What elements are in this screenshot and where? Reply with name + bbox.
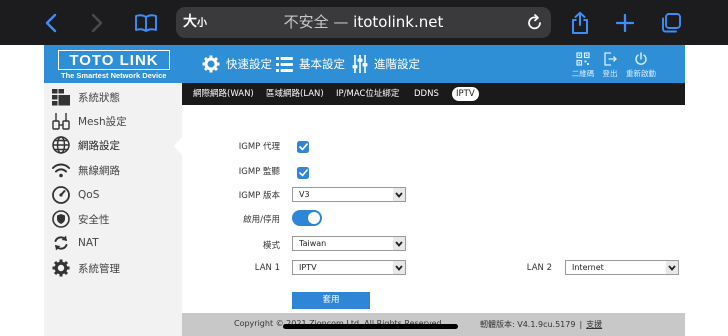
mode-label: 模式 — [262, 241, 280, 251]
sidebar-item-mesh[interactable]: Mesh設定 — [44, 109, 182, 133]
url-display[interactable]: 不安全 — itotolink.net — [176, 7, 551, 38]
nav-label: 快速設定 — [226, 57, 272, 71]
chevron-down-icon — [393, 237, 405, 250]
firmware-version-text: 軔體版本: V4.1.9cu.5179 — [480, 320, 576, 329]
forward-icon[interactable] — [86, 0, 108, 45]
sidebar-item-security[interactable]: 安全性 — [44, 207, 182, 231]
sidebar-item-nat[interactable]: NAT — [44, 231, 182, 255]
brand-tagline: The Smartest Network Device — [61, 71, 167, 80]
tab-lan[interactable]: 區域網路(LAN) — [262, 87, 328, 101]
igmp-proxy-label: IGMP 代理 — [238, 142, 280, 152]
igmp-snooping-checkbox[interactable] — [297, 167, 309, 179]
share-icon[interactable] — [568, 0, 592, 45]
reload-icon[interactable] — [527, 14, 543, 35]
tab-ip-mac-binding[interactable]: IP/MAC位址綁定 — [332, 87, 403, 101]
refresh-icon — [52, 234, 70, 252]
sidebar-item-status[interactable]: 系統狀態 — [44, 85, 182, 109]
reboot-label: 重新啟動 — [626, 69, 656, 78]
checkmark-icon — [298, 143, 308, 151]
new-tab-icon[interactable] — [614, 0, 636, 45]
sidebar-item-label: 系統狀態 — [78, 91, 120, 104]
sidebar: 系統狀態 Mesh設定 網路設定 無線網路 QoS 安全性 NAT 系統管理 — [44, 83, 182, 336]
brand-logo: TOTO LINK — [58, 50, 170, 70]
power-icon — [623, 50, 659, 68]
mesh-icon — [52, 112, 70, 130]
list-icon — [276, 56, 293, 72]
mode-select[interactable]: Taiwan — [292, 236, 406, 251]
igmp-version-select[interactable]: V3 — [292, 187, 406, 202]
enable-label: 啟用/停用 — [243, 215, 280, 225]
chevron-down-icon — [393, 261, 405, 274]
back-icon[interactable] — [40, 0, 62, 45]
reboot-button[interactable]: 重新啟動 — [623, 50, 659, 79]
nav-basic-setup[interactable]: 基本設定 — [276, 45, 345, 83]
support-link[interactable]: 支援 — [586, 320, 602, 329]
igmp-version-label: IGMP 版本 — [238, 191, 280, 201]
url-domain: itotolink.net — [353, 13, 444, 31]
toggle-knob — [308, 212, 320, 224]
sidebar-item-qos[interactable]: QoS — [44, 183, 182, 207]
nav-quick-setup[interactable]: 快速設定 — [202, 45, 272, 83]
igmp-snooping-label: IGMP 監聽 — [238, 167, 280, 177]
sidebar-item-label: NAT — [78, 237, 99, 249]
lan2-label: LAN 2 — [526, 263, 552, 273]
sliders-icon — [352, 55, 368, 73]
sidebar-item-label: QoS — [78, 189, 100, 201]
lan1-value: IPTV — [299, 263, 317, 272]
sidebar-item-network[interactable]: 網路設定 — [44, 133, 182, 157]
router-header: TOTO LINK The Smartest Network Device 快速… — [44, 45, 685, 83]
igmp-version-value: V3 — [299, 190, 310, 199]
sidebar-item-label: 網路設定 — [78, 139, 120, 152]
gear-icon — [52, 259, 70, 277]
chevron-down-icon — [666, 261, 678, 274]
sidebar-item-label: 系統管理 — [78, 262, 120, 275]
lan2-value: Internet — [572, 263, 604, 272]
dashboard-icon — [52, 88, 70, 106]
iptv-enable-toggle[interactable] — [292, 210, 322, 226]
lan1-select[interactable]: IPTV — [292, 260, 406, 275]
gear-icon — [202, 55, 220, 73]
wifi-icon — [52, 161, 70, 179]
apply-button[interactable]: 套用 — [292, 292, 370, 309]
footer-separator: | — [579, 320, 583, 329]
tab-wan[interactable]: 網際網路(WAN) — [189, 87, 258, 101]
nav-label: 基本設定 — [299, 57, 345, 71]
firmware-version: 軔體版本: V4.1.9cu.5179 | 支援 — [480, 319, 602, 330]
insecure-label: 不安全 — — [283, 13, 349, 31]
mode-value: Taiwan — [299, 239, 327, 248]
lan1-label: LAN 1 — [254, 263, 280, 273]
nav-label: 進階設定 — [374, 57, 420, 71]
gauge-icon — [52, 186, 70, 204]
nav-advanced-setup[interactable]: 進階設定 — [352, 45, 420, 83]
tab-iptv[interactable]: IPTV — [452, 87, 479, 101]
tab-ddns[interactable]: DDNS — [410, 87, 443, 101]
checkmark-icon — [298, 169, 308, 177]
sidebar-item-system[interactable]: 系統管理 — [44, 256, 182, 280]
tabs-overview-icon[interactable] — [658, 0, 684, 45]
address-bar[interactable]: 大小 不安全 — itotolink.net — [176, 7, 551, 38]
sidebar-item-label: Mesh設定 — [78, 115, 127, 128]
shield-icon — [52, 210, 70, 228]
globe-icon — [52, 136, 70, 154]
iptv-settings-form: IGMP 代理 IGMP 監聽 IGMP 版本 V3 啟用/停用 模式 Taiw… — [182, 105, 685, 336]
chevron-down-icon — [393, 188, 405, 201]
sidebar-item-wireless[interactable]: 無線網路 — [44, 158, 182, 182]
igmp-proxy-checkbox[interactable] — [297, 141, 309, 153]
sidebar-item-label: 無線網路 — [78, 164, 120, 177]
lan2-select[interactable]: Internet — [565, 260, 679, 275]
bookmarks-icon[interactable] — [132, 0, 160, 45]
browser-toolbar: 大小 不安全 — itotolink.net — [0, 0, 728, 45]
sidebar-item-label: 安全性 — [78, 213, 110, 226]
settings-tab-bar: 網際網路(WAN) 區域網路(LAN) IP/MAC位址綁定 DDNS IPTV — [182, 83, 685, 105]
home-indicator — [283, 324, 458, 329]
